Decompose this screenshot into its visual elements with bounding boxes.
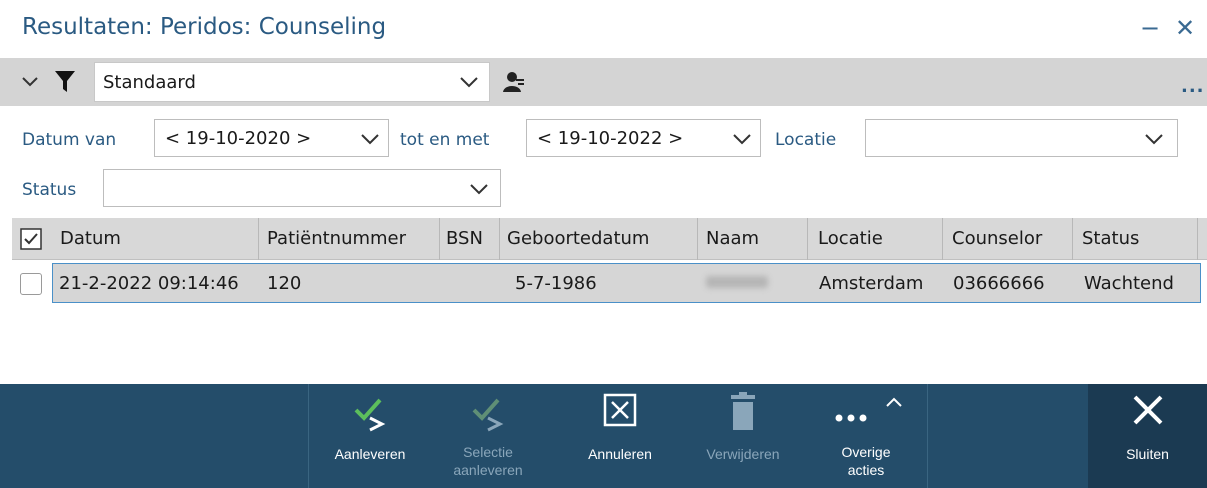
column-header-counselor[interactable]: Counselor (952, 228, 1042, 249)
tot-en-met-label: tot en met (400, 130, 490, 150)
selectie-aanleveren-button[interactable]: Selectie aanleveren (432, 384, 544, 488)
locatie-select[interactable] (865, 119, 1178, 157)
column-header-patientnummer[interactable]: Patiëntnummer (267, 228, 406, 249)
selectie-label-line2: aanleveren (453, 462, 523, 478)
row-checkbox[interactable] (20, 273, 42, 295)
status-select[interactable] (103, 169, 501, 207)
column-header-datum[interactable]: Datum (60, 228, 121, 249)
tot-en-met-value[interactable]: < 19-10-2022 > (537, 128, 683, 149)
chevron-down-icon[interactable] (360, 132, 380, 146)
table-header: Datum Patiëntnummer BSN Geboortedatum Na… (12, 218, 1207, 260)
window-title: Resultaten: Peridos: Counseling (22, 14, 387, 40)
close-window-button[interactable]: ✕ (1175, 14, 1195, 42)
overige-acties-button[interactable]: Overige acties (812, 384, 920, 488)
cancel-box-icon (603, 393, 637, 427)
overige-label-line2: acties (847, 462, 885, 478)
column-header-locatie[interactable]: Locatie (818, 228, 883, 249)
chevron-down-icon[interactable] (732, 132, 752, 146)
check-send-icon (472, 398, 504, 432)
datum-van-value[interactable]: < 19-10-2020 > (165, 128, 311, 149)
column-separator[interactable] (439, 218, 440, 260)
annuleren-button[interactable]: Annuleren (566, 384, 674, 488)
filter-select[interactable]: Standaard (94, 62, 490, 102)
sluiten-button[interactable]: Sluiten (1088, 384, 1207, 488)
datum-van-picker[interactable]: < 19-10-2020 > (154, 119, 389, 157)
aanleveren-button[interactable]: Aanleveren (312, 384, 428, 488)
locatie-label: Locatie (775, 130, 837, 150)
chevron-down-icon (460, 77, 478, 88)
more-actions-icon (835, 397, 902, 422)
sluiten-label: Sluiten (1126, 446, 1169, 462)
column-header-status[interactable]: Status (1082, 228, 1139, 249)
selectie-label-line1: Selectie (463, 444, 513, 460)
column-separator[interactable] (499, 218, 500, 260)
chevron-down-icon (1145, 134, 1163, 145)
verwijderen-label: Verwijderen (706, 446, 780, 462)
cell-locatie: Amsterdam (819, 273, 924, 294)
column-separator[interactable] (697, 218, 698, 260)
close-icon (1133, 395, 1163, 425)
annuleren-label: Annuleren (588, 446, 652, 462)
column-separator[interactable] (258, 218, 259, 260)
table-row[interactable]: 21-2-2022 09:14:46 120 5-7-1986 Amsterda… (52, 263, 1201, 303)
minimize-button[interactable]: − (1140, 14, 1160, 42)
status-label: Status (22, 180, 77, 200)
check-send-icon (354, 398, 386, 432)
chevron-down-icon[interactable] (20, 72, 40, 92)
filter-bar: Standaard ... (0, 58, 1207, 106)
column-header-geboortedatum[interactable]: Geboortedatum (507, 228, 649, 249)
cell-geboortedatum: 5-7-1986 (515, 273, 597, 294)
cell-counselor: 03666666 (953, 273, 1045, 294)
column-separator[interactable] (1072, 218, 1073, 260)
cell-datum: 21-2-2022 09:14:46 (59, 273, 239, 294)
more-options-button[interactable]: ... (1181, 76, 1205, 97)
verwijderen-button[interactable]: Verwijderen (684, 384, 802, 488)
user-filter-icon[interactable] (502, 70, 526, 94)
cell-patientnummer: 120 (267, 273, 302, 294)
redacted-name (706, 276, 768, 288)
datum-van-label: Datum van (22, 130, 117, 150)
filter-select-value: Standaard (103, 72, 196, 93)
chevron-down-icon (470, 184, 488, 195)
divider (308, 384, 309, 488)
title-bar: Resultaten: Peridos: Counseling − ✕ (0, 0, 1207, 62)
filter-icon (55, 71, 75, 92)
cell-status: Wachtend (1084, 273, 1174, 294)
overige-label-line1: Overige (841, 444, 891, 460)
column-separator[interactable] (807, 218, 808, 260)
column-separator[interactable] (1197, 218, 1198, 260)
trash-icon (731, 392, 755, 430)
column-header-bsn[interactable]: BSN (446, 228, 483, 249)
aanleveren-label: Aanleveren (334, 446, 406, 462)
tot-en-met-picker[interactable]: < 19-10-2022 > (526, 119, 761, 157)
column-separator[interactable] (942, 218, 943, 260)
divider (927, 384, 928, 488)
column-header-naam[interactable]: Naam (706, 228, 759, 249)
select-all-checkbox[interactable] (20, 228, 42, 250)
